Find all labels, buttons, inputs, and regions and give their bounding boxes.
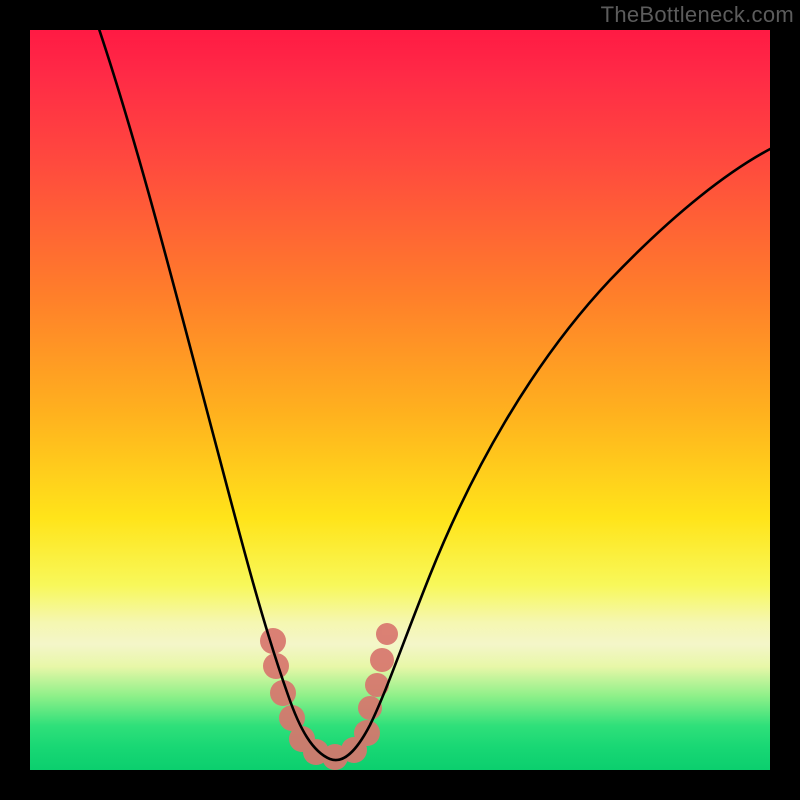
attribution-label: TheBottleneck.com bbox=[601, 2, 794, 28]
chart-frame: TheBottleneck.com bbox=[0, 0, 800, 800]
plot-area bbox=[30, 30, 770, 770]
bottleneck-curve-path bbox=[96, 30, 770, 760]
curve-svg bbox=[30, 30, 770, 770]
curve-layer bbox=[30, 30, 770, 770]
bead-cluster bbox=[260, 623, 398, 770]
